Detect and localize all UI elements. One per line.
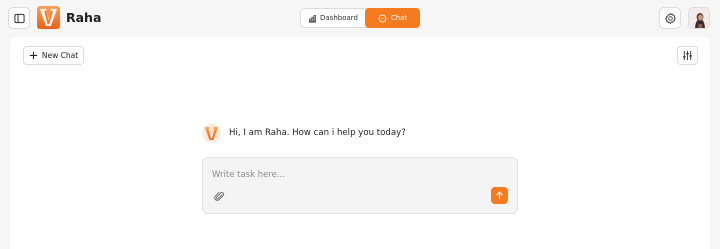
sliders-icon — [682, 50, 693, 61]
user-avatar[interactable] — [688, 7, 710, 29]
assistant-greeting: Hi, I am Raha. How can i help you today? — [229, 128, 406, 138]
sidebar-toggle-icon — [13, 13, 25, 23]
bar-chart-icon — [308, 14, 317, 23]
assistant-logo — [202, 124, 221, 143]
chat-panel: New Chat Hi, I am Raha. How can i help y… — [10, 37, 710, 249]
new-chat-label: New Chat — [41, 51, 79, 60]
plus-icon — [29, 51, 37, 60]
raha-logo — [37, 6, 60, 29]
view-switcher: Dashboard Chat — [300, 8, 420, 28]
chat-icon — [378, 14, 387, 22]
send-button[interactable] — [491, 187, 508, 204]
new-chat-button[interactable]: New Chat — [23, 46, 84, 65]
gear-icon — [664, 12, 676, 24]
settings-button[interactable] — [659, 7, 681, 29]
tab-chat[interactable]: Chat — [365, 8, 420, 28]
avatar-image — [689, 8, 709, 28]
tab-dashboard-label: Dashboard — [320, 14, 358, 22]
top-bar: Raha Dashboard Chat — [0, 0, 720, 36]
tab-dashboard[interactable]: Dashboard — [301, 9, 365, 27]
arrow-up-icon — [496, 191, 503, 200]
paperclip-icon — [213, 191, 224, 201]
tab-chat-label: Chat — [390, 14, 408, 22]
message-composer — [202, 157, 518, 214]
sidebar-toggle-button[interactable] — [8, 7, 30, 29]
task-input[interactable] — [212, 168, 492, 182]
brand-name: Raha — [66, 10, 102, 25]
filter-settings-button[interactable] — [677, 46, 698, 65]
attach-button[interactable] — [213, 190, 225, 202]
